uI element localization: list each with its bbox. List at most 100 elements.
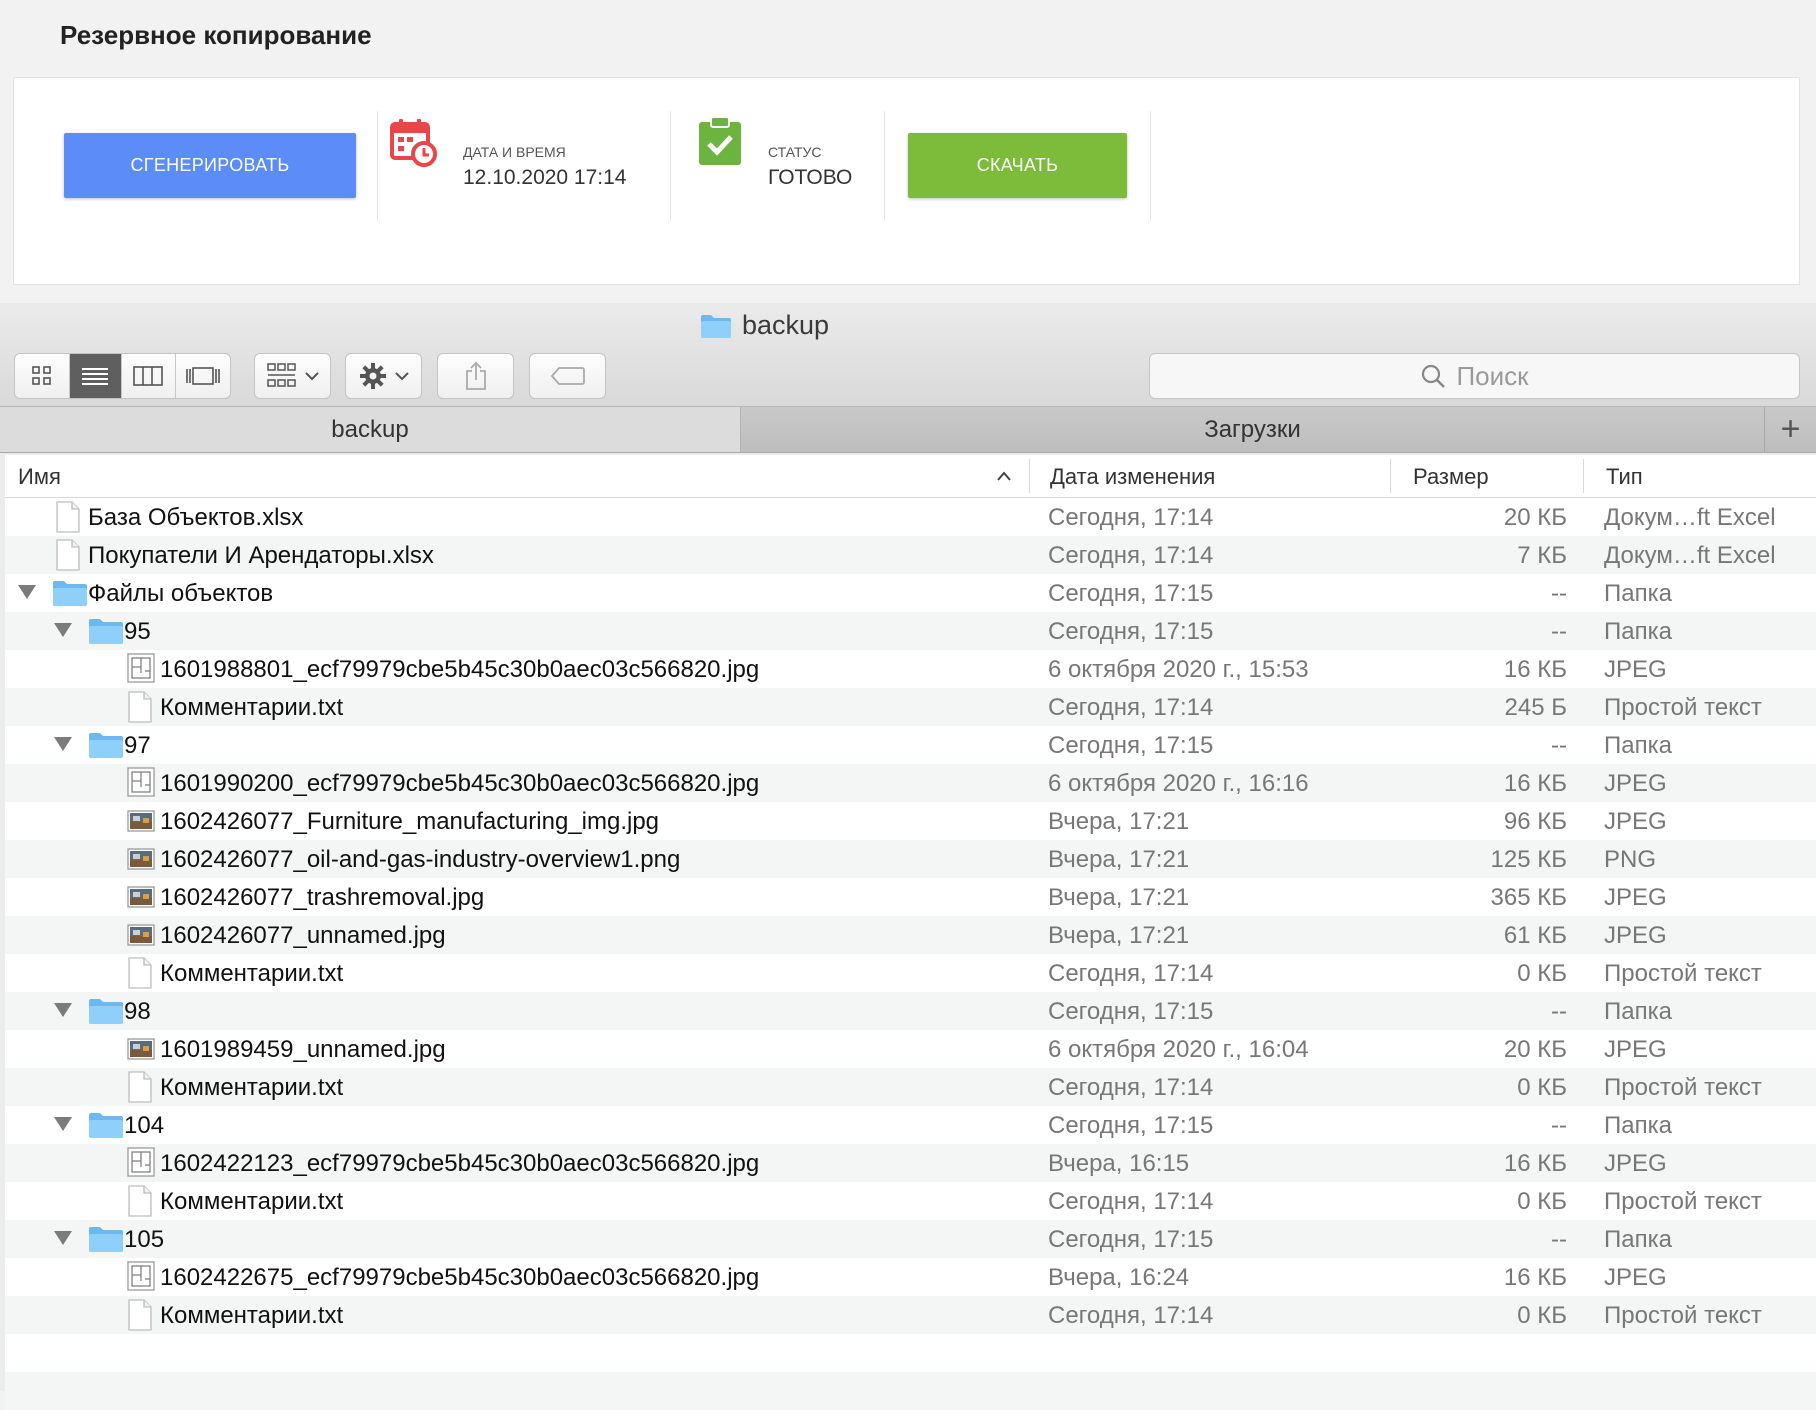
file-name: Комментарии.txt <box>160 960 344 987</box>
file-row[interactable]: 1602422675_ecf79979cbe5b45c30b0aec03c566… <box>5 1258 1816 1296</box>
file-date: Сегодня, 17:15 <box>1048 732 1214 759</box>
folder-row[interactable]: Файлы объектов Сегодня, 17:15 -- Папка <box>5 574 1816 612</box>
file-size: 96 КБ <box>1503 808 1567 835</box>
folder-row[interactable]: 97 Сегодня, 17:15 -- Папка <box>5 726 1816 764</box>
tab-backup[interactable]: backup <box>0 407 741 452</box>
folder-icon <box>88 1111 124 1146</box>
folder-row[interactable]: 105 Сегодня, 17:15 -- Папка <box>5 1220 1816 1258</box>
column-size[interactable]: Размер <box>1413 464 1489 490</box>
folder-row[interactable]: 95 Сегодня, 17:15 -- Папка <box>5 612 1816 650</box>
file-type: JPEG <box>1604 770 1667 797</box>
file-name: 1602426077_Furniture_manufacturing_img.j… <box>160 808 660 835</box>
file-row[interactable]: Комментарии.txt Сегодня, 17:14 0 КБ Простой… <box>5 1182 1816 1220</box>
file-row[interactable]: Комментарии.txt Сегодня, 17:14 0 КБ Простой… <box>5 1296 1816 1334</box>
gallery-view-icon[interactable] <box>176 354 230 398</box>
file-row[interactable]: 1602426077_trashremoval.jpg Вчера, 17:21 3… <box>5 878 1816 916</box>
file-size: -- <box>1551 1226 1567 1253</box>
file-type: JPEG <box>1604 1150 1667 1177</box>
file-name: Комментарии.txt <box>160 1074 344 1101</box>
file-size: 16 КБ <box>1503 656 1567 683</box>
file-row[interactable]: 1601988801_ecf79979cbe5b45c30b0aec03c566… <box>5 650 1816 688</box>
file-name: Покупатели И Арендаторы.xlsx <box>88 542 434 569</box>
file-type: Докум…ft Excel <box>1604 542 1776 569</box>
file-row[interactable]: 1602426077_Furniture_manufacturing_img.j… <box>5 802 1816 840</box>
image-file-icon <box>127 923 155 954</box>
folder-row[interactable]: 104 Сегодня, 17:15 -- Папка <box>5 1106 1816 1144</box>
folder-icon <box>52 579 88 614</box>
share-button[interactable] <box>437 353 514 399</box>
file-size: 125 КБ <box>1490 846 1567 873</box>
file-row[interactable]: 1602426077_unnamed.jpg Вчера, 17:21 61 КБ J… <box>5 916 1816 954</box>
file-size: 16 КБ <box>1503 770 1567 797</box>
file-row[interactable]: Комментарии.txt Сегодня, 17:14 0 КБ Простой… <box>5 954 1816 992</box>
icon-view-icon[interactable] <box>15 354 70 398</box>
group-by-button[interactable] <box>254 353 331 399</box>
file-row[interactable]: Покупатели И Арендаторы.xlsx Сегодня, 17:… <box>5 536 1816 574</box>
disclosure-triangle-icon[interactable] <box>54 737 72 751</box>
add-tab-button[interactable]: + <box>1765 407 1816 452</box>
file-name: 95 <box>124 618 151 645</box>
action-menu-button[interactable] <box>345 353 422 399</box>
tag-button[interactable] <box>529 353 606 399</box>
search-field[interactable]: Поиск <box>1149 353 1800 399</box>
file-type: Папка <box>1604 998 1672 1025</box>
download-button[interactable]: Скачать <box>908 133 1127 198</box>
search-icon <box>1422 364 1446 388</box>
backup-panel: Сгенерировать Дата и время 12.10.2020 17… <box>13 77 1800 285</box>
file-name: 1601990200_ecf79979cbe5b45c30b0aec03c566… <box>160 770 760 797</box>
column-date[interactable]: Дата изменения <box>1050 464 1215 490</box>
file-row[interactable]: 1602422123_ecf79979cbe5b45c30b0aec03c566… <box>5 1144 1816 1182</box>
image-file-icon <box>127 1037 155 1068</box>
datetime-label: Дата и время <box>463 144 566 160</box>
generate-button[interactable]: Сгенерировать <box>64 133 356 198</box>
file-row[interactable]: 1602426077_oil-and-gas-industry-overview… <box>5 840 1816 878</box>
file-type: Простой текст <box>1604 694 1762 721</box>
sort-ascending-icon[interactable] <box>996 470 1012 482</box>
group-icon <box>266 363 296 387</box>
file-date: Сегодня, 17:15 <box>1048 580 1214 607</box>
disclosure-triangle-icon[interactable] <box>18 585 36 599</box>
disclosure-triangle-icon[interactable] <box>54 1117 72 1131</box>
file-rows: База Объектов.xlsx Сегодня, 17:14 20 КБ Док… <box>5 498 1816 1410</box>
file-row[interactable]: 1601989459_unnamed.jpg 6 октября 2020 г.,… <box>5 1030 1816 1068</box>
disclosure-triangle-icon[interactable] <box>54 1003 72 1017</box>
file-name: 1601988801_ecf79979cbe5b45c30b0aec03c566… <box>160 656 760 683</box>
disclosure-triangle-icon[interactable] <box>54 1231 72 1245</box>
image-file-icon <box>127 885 155 916</box>
folder-icon <box>88 1225 124 1260</box>
file-date: Вчера, 17:21 <box>1048 922 1190 949</box>
file-type: JPEG <box>1604 1264 1667 1291</box>
finder-titlebar: backup Поиск <box>0 303 1816 407</box>
file-size: -- <box>1551 618 1567 645</box>
file-date: Сегодня, 17:14 <box>1048 960 1214 987</box>
folder-row[interactable]: 98 Сегодня, 17:15 -- Папка <box>5 992 1816 1030</box>
file-type: Папка <box>1604 580 1672 607</box>
clipboard-check-icon <box>698 116 742 171</box>
column-type[interactable]: Тип <box>1606 464 1643 490</box>
file-row[interactable]: Комментарии.txt Сегодня, 17:14 0 КБ Простой… <box>5 1068 1816 1106</box>
file-row[interactable]: База Объектов.xlsx Сегодня, 17:14 20 КБ Док… <box>5 498 1816 536</box>
file-date: Сегодня, 17:14 <box>1048 1302 1214 1329</box>
list-view-icon[interactable] <box>69 354 123 398</box>
column-name[interactable]: Имя <box>18 464 61 490</box>
finder-tabbar: backup Загрузки + <box>0 407 1816 453</box>
tab-downloads[interactable]: Загрузки <box>741 407 1765 452</box>
image-file-icon <box>127 847 155 878</box>
image-file-icon <box>127 1261 155 1298</box>
file-date: Вчера, 17:21 <box>1048 884 1190 911</box>
file-name: 1602426077_unnamed.jpg <box>160 922 446 949</box>
divider <box>884 111 885 221</box>
file-type: JPEG <box>1604 922 1667 949</box>
file-type: JPEG <box>1604 808 1667 835</box>
folder-icon <box>701 314 731 338</box>
chevron-down-icon <box>394 372 409 381</box>
file-row[interactable]: Комментарии.txt Сегодня, 17:14 245 Б Просто… <box>5 688 1816 726</box>
file-name: 1601989459_unnamed.jpg <box>160 1036 446 1063</box>
file-row[interactable]: 1601990200_ecf79979cbe5b45c30b0aec03c566… <box>5 764 1816 802</box>
disclosure-triangle-icon[interactable] <box>54 623 72 637</box>
file-type: PNG <box>1604 846 1657 873</box>
column-view-icon[interactable] <box>122 354 176 398</box>
finder-window: backup Поиск backup Загрузки + Имя Дата … <box>0 303 1816 1410</box>
file-size: 16 КБ <box>1503 1150 1567 1177</box>
window-title: backup <box>700 310 829 341</box>
